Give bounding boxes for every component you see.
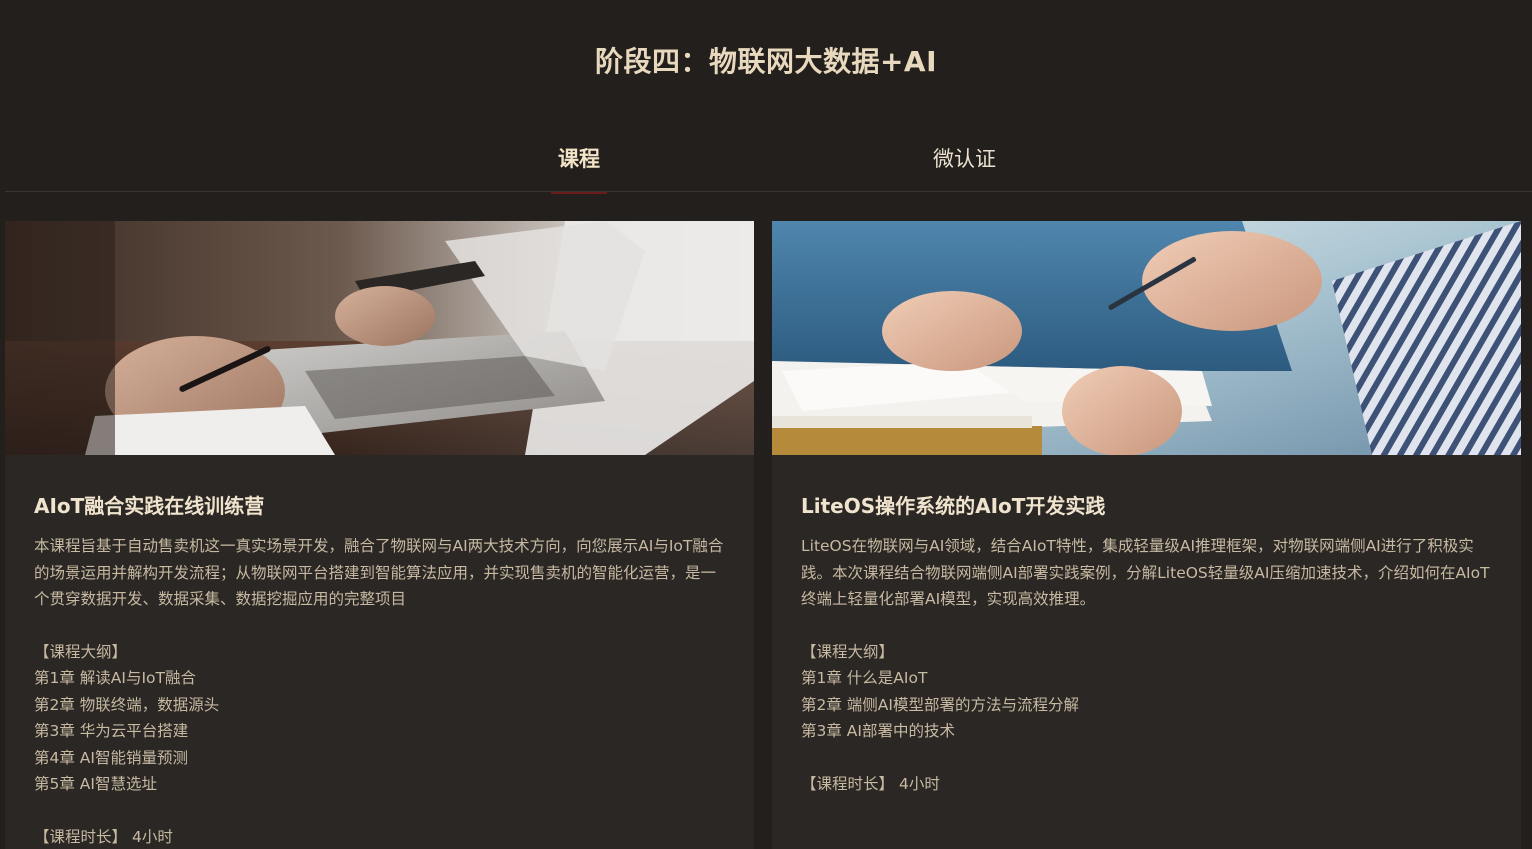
outline-heading: 【课程大纲】 [34, 642, 128, 661]
book-reading-photo [772, 221, 1521, 455]
tab-micro-certification-label: 微认证 [933, 147, 996, 171]
tab-micro-certification[interactable]: 微认证 [933, 143, 996, 193]
duration-label: 【课程时长】 [34, 827, 128, 846]
outline-heading: 【课程大纲】 [801, 642, 895, 661]
course-duration: 【课程时长】 4小时 [801, 771, 1492, 798]
duration-value: 4小时 [131, 827, 173, 846]
course-card[interactable]: AIoT融合实践在线训练营 本课程旨基于自动售卖机这一真实场景开发，融合了物联网… [5, 221, 754, 849]
stage-title: 阶段四：物联网大数据+AI [594, 45, 938, 78]
course-title[interactable]: AIoT融合实践在线训练营 [34, 493, 725, 519]
outline-chapter: 第2章 物联终端，数据源头 [34, 695, 220, 714]
tab-courses[interactable]: 课程 [551, 143, 607, 194]
outline-chapter: 第4章 AI智能销量预测 [34, 748, 188, 767]
tab-courses-label: 课程 [558, 147, 600, 171]
course-outline: 【课程大纲】 第1章 什么是AIoT 第2章 端侧AI模型部署的方法与流程分解 … [801, 639, 1492, 745]
outline-chapter: 第3章 华为云平台搭建 [34, 722, 189, 740]
outline-chapter: 第1章 解读AI与IoT融合 [34, 669, 196, 687]
page: 阶段四：物联网大数据+AI 课程 微认证 AIoT融合实践在线训练营 本课程旨基… [0, 0, 1532, 849]
duration-value: 4小时 [898, 774, 940, 793]
course-card[interactable]: LiteOS操作系统的AIoT开发实践 LiteOS在物联网与AI领域，结合AI… [772, 221, 1521, 849]
course-outline: 【课程大纲】 第1章 解读AI与IoT融合 第2章 物联终端，数据源头 第3章 … [34, 639, 725, 798]
outline-chapter: 第1章 什么是AIoT [801, 669, 928, 687]
outline-chapter: 第3章 AI部署中的技术 [801, 722, 955, 740]
outline-chapter: 第2章 端侧AI模型部署的方法与流程分解 [801, 695, 1079, 714]
outline-chapter: 第5章 AI智慧选址 [34, 775, 157, 793]
laptop-phone-photo [5, 221, 754, 455]
course-description: LiteOS在物联网与AI领域，结合AIoT特性，集成轻量级AI推理框架，对物联… [801, 537, 1490, 608]
tab-bar: 课程 微认证 [5, 125, 1532, 194]
active-tab-indicator [551, 192, 607, 194]
course-card-body: AIoT融合实践在线训练营 本课程旨基于自动售卖机这一真实场景开发，融合了物联网… [5, 455, 754, 849]
course-image-book-reading[interactable] [772, 221, 1521, 455]
course-card-body: LiteOS操作系统的AIoT开发实践 LiteOS在物联网与AI领域，结合AI… [772, 455, 1521, 797]
course-image-laptop-phone[interactable] [5, 221, 754, 455]
course-duration: 【课程时长】 4小时 [34, 824, 725, 849]
duration-label: 【课程时长】 [801, 774, 895, 793]
course-title[interactable]: LiteOS操作系统的AIoT开发实践 [801, 493, 1492, 519]
course-description: 本课程旨基于自动售卖机这一真实场景开发，融合了物联网与AI两大技术方向，向您展示… [34, 537, 724, 608]
